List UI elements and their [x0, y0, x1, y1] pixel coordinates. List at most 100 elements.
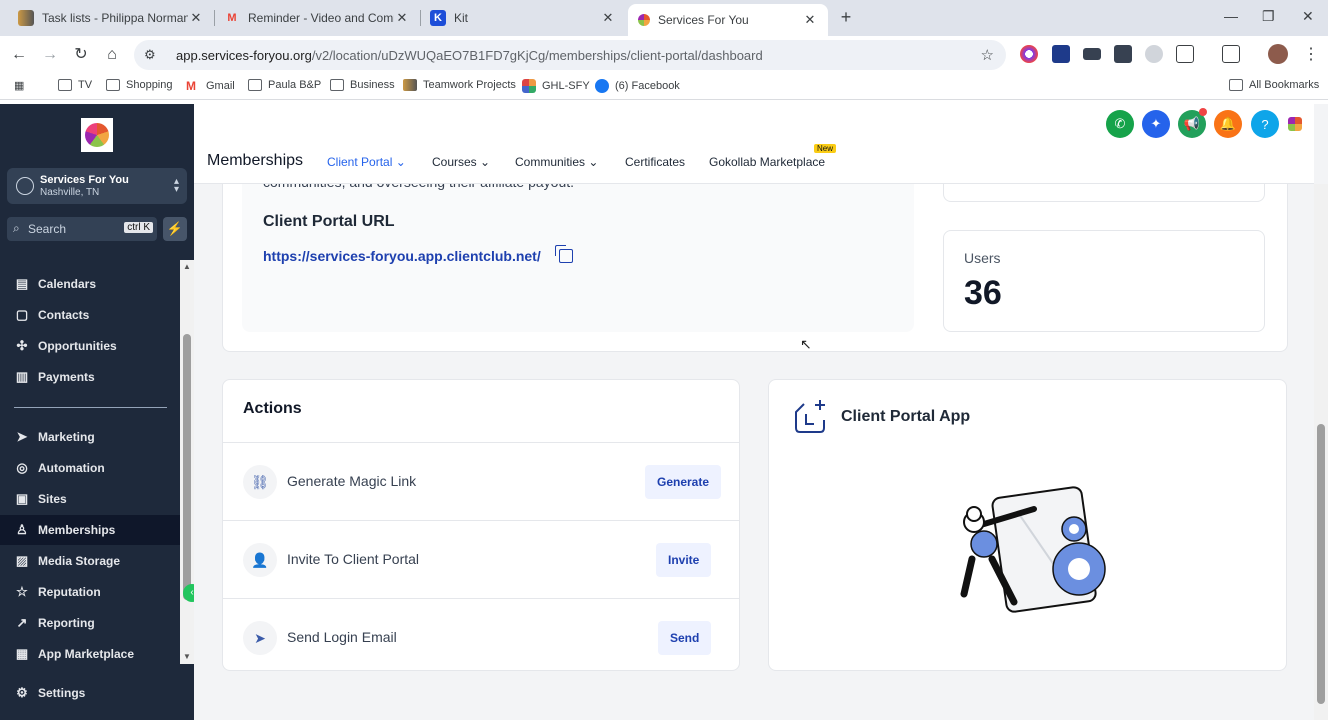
sidebar-item-calendars[interactable]: ▤ Calendars	[0, 269, 180, 299]
sidebar-item-sites[interactable]: ▣ Sites	[0, 484, 180, 514]
extension-icon[interactable]	[1114, 45, 1132, 63]
close-icon[interactable]: ✕	[188, 10, 204, 26]
close-icon[interactable]: ✕	[600, 10, 616, 26]
tab-gokollab-marketplace[interactable]: Gokollab Marketplace	[709, 155, 825, 169]
browser-tab-strip: Task lists - Philippa Norman - S ✕ M Rem…	[0, 0, 1328, 36]
bell-icon[interactable]: 🔔	[1214, 110, 1242, 138]
tab-certificates[interactable]: Certificates	[625, 155, 685, 169]
bookmark-facebook[interactable]: (6) Facebook	[595, 79, 680, 93]
reload-icon[interactable]: ↻	[71, 45, 91, 65]
facebook-icon	[595, 79, 609, 93]
opportunities-icon: ✣	[16, 338, 28, 353]
sidebar-scrollbar[interactable]: ▲ ▼	[180, 260, 194, 664]
close-icon[interactable]: ✕	[802, 12, 818, 28]
profile-avatar[interactable]	[1268, 44, 1288, 64]
main-scrollbar[interactable]	[1314, 184, 1328, 720]
generate-button[interactable]: Generate	[645, 465, 722, 499]
kit-icon: K	[430, 10, 446, 26]
calendar-icon: ▤	[15, 276, 29, 291]
quick-action-bolt-icon[interactable]: ⚡	[163, 217, 187, 241]
bookmark-gmail[interactable]: M Gmail	[186, 79, 235, 93]
sidebar-scroll-thumb[interactable]	[183, 334, 191, 600]
bookmark-ghl[interactable]: GHL-SFY	[522, 79, 590, 93]
gear-icon: ⚙	[16, 685, 28, 700]
tab-client-portal[interactable]: Client Portal ⌄	[327, 155, 406, 169]
all-bookmarks[interactable]: All Bookmarks	[1229, 79, 1319, 91]
extension-icon[interactable]	[1083, 48, 1101, 60]
extensions-puzzle-icon[interactable]	[1176, 45, 1194, 63]
sidebar-item-app-marketplace[interactable]: ▦ App Marketplace	[0, 639, 180, 669]
sidebar-item-marketing[interactable]: ➤ Marketing	[0, 422, 180, 452]
sidebar-item-automation[interactable]: ◎ Automation	[0, 453, 180, 483]
action-row-send-login: ➤ Send Login Email Send	[222, 598, 740, 676]
close-icon[interactable]: ✕	[394, 10, 410, 26]
client-portal-url-link[interactable]: https://services-foryou.app.clientclub.n…	[263, 248, 541, 264]
tab-courses[interactable]: Courses ⌄	[432, 155, 490, 169]
bookmark-business[interactable]: Business	[330, 79, 395, 91]
window-close-icon[interactable]: ✕	[1302, 8, 1314, 25]
bookmark-tv[interactable]: TV	[58, 79, 92, 91]
restore-icon[interactable]: ❐	[1262, 8, 1275, 25]
chevron-down-icon: ⌄	[480, 155, 491, 169]
site-info-icon[interactable]: ⚙	[144, 47, 162, 63]
tab-communities[interactable]: Communities ⌄	[515, 155, 598, 169]
browser-menu-icon[interactable]: ⋮	[1303, 44, 1319, 64]
tab-title: Task lists - Philippa Norman - S	[42, 11, 188, 25]
sidebar-item-memberships[interactable]: ♙ Memberships	[0, 515, 180, 545]
copy-icon[interactable]	[555, 245, 573, 263]
sidebar-item-payments[interactable]: ▥ Payments	[0, 362, 180, 392]
bookmark-paula[interactable]: Paula B&P	[248, 79, 321, 91]
sidebar-item-opportunities[interactable]: ✣ Opportunities	[0, 331, 180, 361]
help-icon[interactable]: ?	[1251, 110, 1279, 138]
sidebar-search[interactable]: ⌕ Search ctrl K	[7, 217, 157, 241]
sidebar-item-media-storage[interactable]: ▨ Media Storage	[0, 546, 180, 576]
flower-logo-icon	[85, 123, 109, 147]
minimize-icon[interactable]: —	[1224, 8, 1238, 24]
sidebar-item-reputation[interactable]: ☆ Reputation	[0, 577, 180, 607]
back-icon[interactable]: ←	[9, 45, 29, 65]
tab-title: Reminder - Video and Commun	[248, 11, 394, 25]
flower-icon	[638, 14, 650, 26]
app-illustration	[960, 486, 1106, 613]
bookmark-teamwork[interactable]: Teamwork Projects	[403, 79, 516, 91]
media-icon: ▨	[15, 553, 29, 568]
bookmark-star-icon[interactable]: ☆	[981, 46, 994, 64]
browser-tab-kit[interactable]: K Kit ✕	[420, 4, 626, 32]
ai-assistant-icon[interactable]: ✦	[1142, 110, 1170, 138]
scroll-up-icon[interactable]: ▲	[183, 262, 191, 271]
invite-button[interactable]: Invite	[656, 543, 712, 577]
address-bar[interactable]: ⚙ app.services-foryou.org/v2/location/uD…	[134, 40, 1006, 70]
sidebar-item-contacts[interactable]: ▢ Contacts	[0, 300, 180, 330]
browser-tab-task-lists[interactable]: Task lists - Philippa Norman - S ✕	[8, 4, 214, 32]
app-logo-icon[interactable]	[1288, 117, 1302, 131]
apps-grid-icon[interactable]: ▦	[14, 79, 24, 92]
action-row-invite: 👤 Invite To Client Portal Invite	[222, 520, 740, 598]
bookmark-shopping[interactable]: Shopping	[106, 79, 173, 91]
mouse-cursor-icon: ↖	[800, 336, 812, 352]
search-placeholder: Search	[28, 222, 67, 236]
contacts-icon: ▢	[15, 307, 29, 322]
account-location: Nashville, TN	[40, 187, 100, 198]
main-scroll-thumb[interactable]	[1317, 424, 1325, 704]
megaphone-icon[interactable]: 📢	[1178, 108, 1207, 138]
new-tab-button[interactable]: +	[836, 7, 856, 27]
extension-icon[interactable]	[1145, 45, 1163, 63]
sidebar-item-reporting[interactable]: ↗ Reporting	[0, 608, 180, 638]
company-logo[interactable]	[81, 118, 113, 152]
notification-dot	[1199, 108, 1207, 116]
tab-search-icon[interactable]	[1222, 45, 1240, 63]
send-button[interactable]: Send	[658, 621, 712, 655]
scroll-down-icon[interactable]: ▼	[183, 652, 191, 661]
phone-icon[interactable]: ✆	[1106, 110, 1134, 138]
browser-tab-reminder[interactable]: M Reminder - Video and Commun ✕	[214, 4, 420, 32]
color-picker-extension-icon[interactable]	[1020, 45, 1038, 63]
chevron-updown-icon: ▴ ▾	[173, 176, 179, 195]
forward-icon[interactable]: →	[40, 45, 60, 65]
sidebar-item-settings[interactable]: ⚙ Settings	[0, 678, 180, 708]
sidebar-divider	[14, 407, 167, 408]
account-switcher[interactable]: Services For You Nashville, TN ▴ ▾	[7, 168, 187, 204]
main-content: communities, and overseeing their affili…	[194, 104, 1328, 720]
home-icon[interactable]: ⌂	[102, 45, 122, 65]
extension-icon[interactable]	[1052, 45, 1070, 63]
browser-tab-services[interactable]: Services For You ✕	[628, 4, 828, 36]
